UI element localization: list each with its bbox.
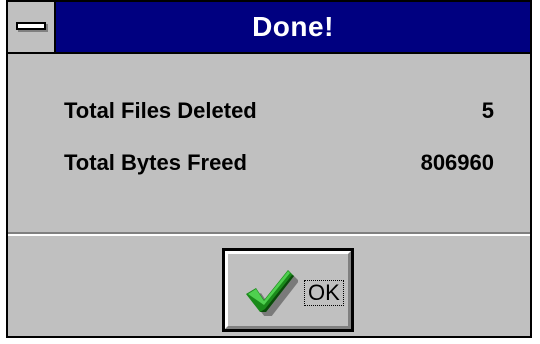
title-bar[interactable]: Done! bbox=[8, 2, 530, 54]
ok-button[interactable]: OK bbox=[222, 248, 354, 332]
checkmark-icon bbox=[246, 270, 298, 316]
separator bbox=[8, 232, 530, 236]
ok-button-label: OK bbox=[304, 280, 344, 306]
stats-panel: Total Files Deleted 5 Total Bytes Freed … bbox=[8, 54, 530, 232]
window-title: Done! bbox=[252, 11, 334, 42]
files-deleted-value: 5 bbox=[481, 98, 494, 123]
bytes-freed-label: Total Bytes Freed bbox=[64, 150, 247, 175]
system-menu-icon bbox=[16, 22, 46, 30]
bytes-freed-value: 806960 bbox=[420, 150, 494, 175]
files-deleted-row: Total Files Deleted 5 bbox=[64, 98, 494, 128]
done-dialog: Done! Total Files Deleted 5 Total Bytes … bbox=[6, 0, 532, 338]
ok-button-face: OK bbox=[225, 251, 351, 329]
files-deleted-label: Total Files Deleted bbox=[64, 98, 257, 123]
system-menu-button[interactable] bbox=[8, 2, 56, 52]
bytes-freed-row: Total Bytes Freed 806960 bbox=[64, 150, 494, 180]
